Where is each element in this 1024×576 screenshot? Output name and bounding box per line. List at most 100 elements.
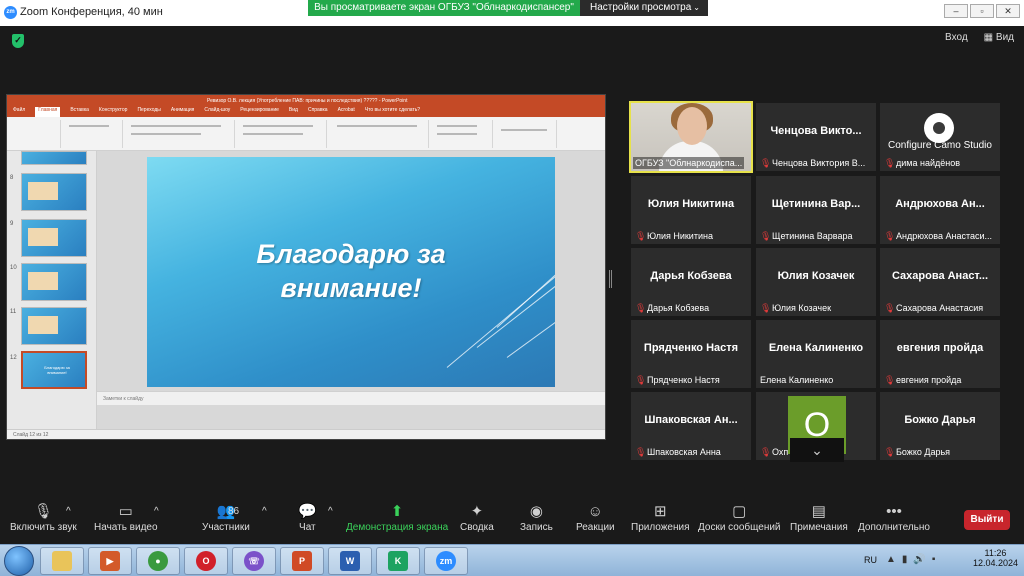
taskbar-media[interactable]: ▶ — [88, 547, 132, 575]
notes-button[interactable]: ▤ Примечания — [790, 502, 848, 533]
leave-button[interactable]: Выйти — [964, 510, 1010, 530]
chevron-up-icon[interactable]: ^ — [66, 506, 71, 517]
ppt-tab[interactable]: Файл — [13, 107, 25, 117]
notes-icon: ▤ — [811, 503, 826, 520]
participant-tile[interactable]: Сахарова Анаст... 🎙 Сахарова Анастасия — [880, 248, 1000, 316]
enter-button[interactable]: Вход — [945, 32, 968, 43]
record-button[interactable]: ◉ Запись — [520, 502, 553, 533]
language-indicator[interactable]: RU — [864, 555, 877, 565]
slide-title-line1: Благодарю за — [256, 239, 446, 269]
close-icon[interactable]: ✕ — [996, 4, 1020, 18]
participant-tile-active[interactable]: ОГБУЗ "Облнаркодиспа... — [629, 101, 753, 173]
participant-big-name: Юлия Козачек — [777, 270, 855, 282]
ppt-tab[interactable]: Справка — [308, 107, 328, 117]
ppt-tab[interactable]: Переходы — [137, 107, 160, 117]
top-right-controls: Вход ▦ Вид — [945, 32, 1014, 43]
participant-tile[interactable]: Дарья Кобзева 🎙 Дарья Кобзева — [631, 248, 751, 316]
chevron-up-icon[interactable]: ^ — [328, 506, 333, 517]
thumb-number: 12 — [10, 355, 17, 361]
whiteboards-button[interactable]: ▢ Доски сообщений — [698, 502, 781, 533]
ppt-tab[interactable]: Рецензирование — [240, 107, 279, 117]
participant-tile[interactable]: Елена Калиненко Елена Калиненко — [756, 320, 876, 388]
ppt-tab[interactable]: Конструктор — [99, 107, 128, 117]
participant-name: 🎙 Дарья Кобзева — [635, 303, 710, 313]
ppt-tab[interactable]: Вставка — [70, 107, 89, 117]
clock[interactable]: 11:26 12.04.2024 — [973, 548, 1018, 568]
taskbar-word[interactable]: W — [328, 547, 372, 575]
participant-big-name: Елена Калиненко — [768, 342, 864, 354]
participant-tile[interactable]: Юлия Никитина 🎙 Юлия Никитина — [631, 176, 751, 244]
decor-line — [506, 315, 555, 358]
reactions-button[interactable]: ☺ Реакции — [576, 502, 615, 533]
volume-icon[interactable]: 🔊 — [913, 554, 925, 565]
taskbar-zoom[interactable]: zm — [424, 547, 468, 575]
powerpoint-icon: P — [292, 551, 312, 571]
chat-icon: 💬 — [298, 503, 317, 520]
participant-tile[interactable]: Шпаковская Ан... 🎙 Шпаковская Анна — [631, 392, 751, 460]
minimize-icon[interactable]: – — [944, 4, 968, 18]
ppt-search[interactable]: Что вы хотите сделать? — [365, 107, 420, 117]
thumb-number: 8 — [10, 175, 14, 181]
participant-tile[interactable]: Божко Дарья 🎙 Божко Дарья — [880, 392, 1000, 460]
current-slide[interactable]: Благодарю за внимание! — [147, 157, 555, 387]
tray-app-icon[interactable]: ▪ — [932, 554, 936, 565]
ppt-tab[interactable]: Слайд-шоу — [204, 107, 230, 117]
security-shield-icon[interactable]: ✓ — [12, 34, 24, 48]
chat-button[interactable]: 💬 Чат — [298, 502, 317, 533]
taskbar-opera[interactable]: O — [184, 547, 228, 575]
ppt-tab[interactable]: Анимация — [171, 107, 194, 117]
taskbar-viber[interactable]: ☏ — [232, 547, 276, 575]
participant-tile[interactable]: Андрюхова Ан... 🎙 Андрюхова Анастаси... — [880, 176, 1000, 244]
participant-name: 🎙 Божко Дарья — [884, 447, 951, 457]
slide-notes[interactable]: Заметки к слайду — [97, 391, 605, 405]
chevron-up-icon[interactable]: ^ — [154, 506, 159, 517]
participant-tile[interactable]: Юлия Козачек 🎙 Юлия Козачек — [756, 248, 876, 316]
start-video-button[interactable]: ▭ Начать видео — [94, 502, 158, 533]
participants-count: 86 — [228, 506, 240, 517]
participant-tile[interactable]: евгения пройда 🎙 евгения пройда — [880, 320, 1000, 388]
taskbar-explorer[interactable] — [40, 547, 84, 575]
network-icon[interactable]: ▮ — [902, 554, 908, 565]
ppt-body: 8 9 10 11 12 Благодарю за внимание! Благ… — [7, 151, 605, 429]
taskbar-powerpoint[interactable]: P — [280, 547, 324, 575]
gallery-next-page-button[interactable]: ⌄ — [790, 438, 844, 462]
slide-thumb[interactable] — [21, 151, 87, 165]
apps-button[interactable]: ⊞ Приложения — [631, 502, 690, 533]
splitter-handle[interactable] — [609, 270, 612, 288]
taskbar-chrome[interactable]: ● — [136, 547, 180, 575]
share-screen-button[interactable]: ⬆ Демонстрация экрана — [346, 502, 448, 533]
ppt-tab[interactable]: Вид — [289, 107, 298, 117]
mic-muted-icon: 🎙 — [884, 303, 896, 313]
ppt-tab[interactable]: Acrobat — [338, 107, 355, 117]
participant-tile[interactable]: Щетинина Вар... 🎙 Щетинина Варвара — [756, 176, 876, 244]
participant-name: 🎙 евгения пройда — [884, 375, 962, 385]
participants-button[interactable]: 👥 86 Участники — [202, 502, 250, 533]
participant-name: ОГБУЗ "Облнаркодиспа... — [633, 157, 745, 169]
start-button-icon[interactable] — [4, 546, 34, 576]
view-settings-button[interactable]: Настройки просмотра ⌄ — [580, 0, 708, 16]
slide-thumb[interactable] — [21, 263, 87, 301]
slide-editor: Благодарю за внимание! — [97, 151, 605, 429]
chevron-up-icon[interactable]: ^ — [262, 506, 267, 517]
participant-name: 🎙 Юлия Никитина — [635, 231, 713, 241]
more-button[interactable]: ••• Дополнительно — [858, 502, 930, 533]
taskbar-kaspersky[interactable]: K — [376, 547, 420, 575]
tray-arrow-icon[interactable]: ▲ — [886, 554, 896, 565]
participant-name: 🎙 Ченцова Виктория В... — [760, 158, 866, 168]
slide-thumb[interactable] — [21, 219, 87, 257]
mic-muted-icon: 🎙 — [635, 375, 647, 385]
slide-thumb[interactable] — [21, 173, 87, 211]
thumb-number: 10 — [10, 265, 17, 271]
shared-screen[interactable]: Ревизор О.В. лекция (Употребление ПАВ: п… — [6, 94, 606, 440]
chevron-down-icon: ⌄ — [693, 3, 700, 12]
slide-thumb-selected[interactable]: Благодарю за внимание! — [21, 351, 87, 389]
participant-tile[interactable]: Ченцова Викто... 🎙 Ченцова Виктория В... — [756, 103, 876, 171]
summary-button[interactable]: ✦ Сводка — [460, 502, 494, 533]
participant-tile[interactable]: Прядченко Настя 🎙 Прядченко Настя — [631, 320, 751, 388]
slide-thumb[interactable] — [21, 307, 87, 345]
participant-big-name: Ченцова Викто... — [770, 125, 862, 137]
view-button[interactable]: ▦ Вид — [984, 32, 1014, 43]
ppt-tab-home[interactable]: Главная — [35, 107, 61, 117]
maximize-icon[interactable]: ▫ — [970, 4, 994, 18]
participant-tile[interactable]: Configure Camo Studio 🎙 дима найдёнов — [880, 103, 1000, 171]
